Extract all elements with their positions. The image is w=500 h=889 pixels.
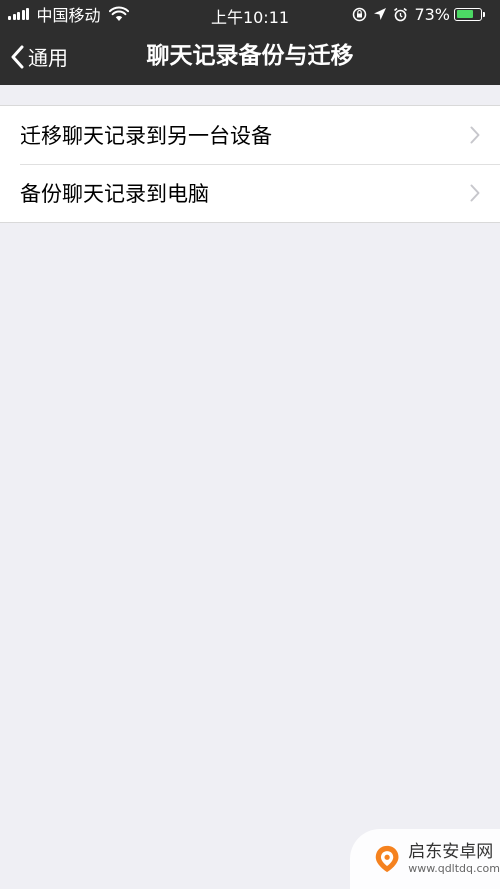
navigation-bar: 通用 聊天记录备份与迁移 [0,28,500,85]
battery-fill [456,10,473,18]
battery-percent: 73% [414,4,450,24]
battery-icon [454,7,485,21]
page-title: 聊天记录备份与迁移 [146,43,354,69]
rotation-lock-icon [353,7,367,21]
watermark-title: 启东安卓网 [408,842,494,862]
site-watermark: 启东安卓网 www.qdltdq.com [350,829,500,889]
status-bar-right: 73% [352,4,492,24]
status-bar: 中国移动 上午10:11 73% [0,0,500,28]
location-icon [374,8,387,20]
chevron-right-icon [470,184,480,202]
watermark-text: 启东安卓网 www.qdltdq.com [408,842,500,876]
screen: 中国移动 上午10:11 73% 通用 聊天记录备份与迁移 迁移聊天记录到另一台… [0,0,500,889]
watermark-logo-icon [375,845,399,873]
list-item-label: 迁移聊天记录到另一台设备 [20,124,272,148]
chevron-right-icon [470,126,480,144]
watermark-url: www.qdltdq.com [408,862,500,875]
list-item-migrate-chat-history[interactable]: 迁移聊天记录到另一台设备 [0,106,500,164]
alarm-icon [394,7,408,21]
list-item-label: 备份聊天记录到电脑 [20,182,209,206]
settings-list: 迁移聊天记录到另一台设备 备份聊天记录到电脑 [0,105,500,223]
list-item-backup-to-computer[interactable]: 备份聊天记录到电脑 [0,164,500,222]
